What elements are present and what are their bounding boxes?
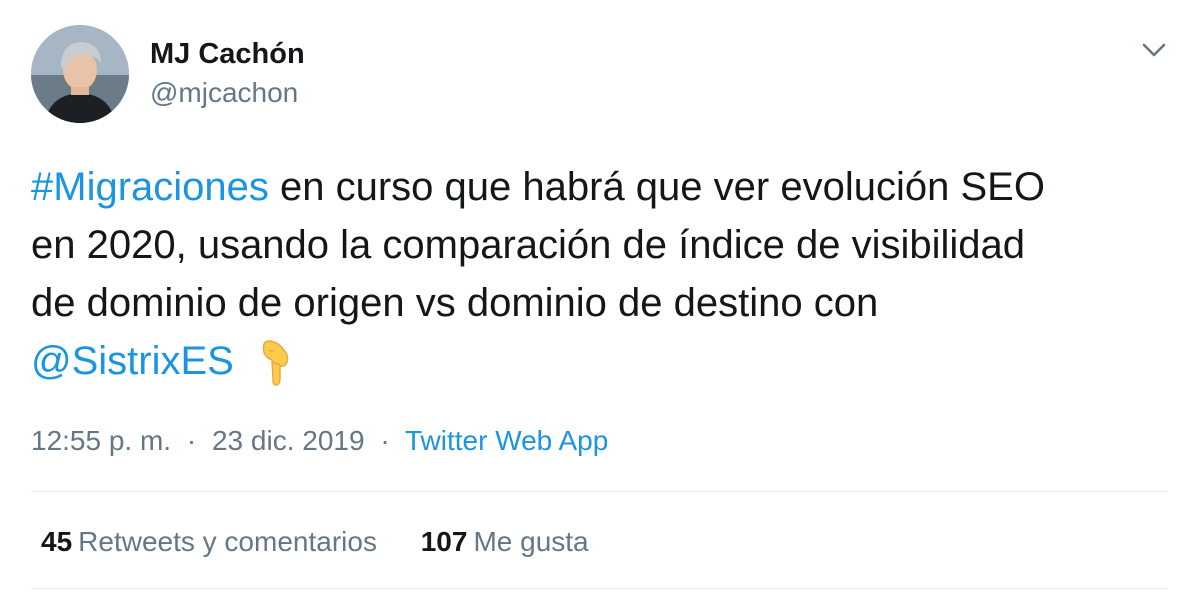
- source-link[interactable]: Twitter Web App: [405, 425, 608, 456]
- tweet-line-1: #Migraciones en curso que habrá que ver …: [31, 158, 1171, 216]
- tweet-card: MJ Cachón @mjcachon #Migraciones en curs…: [0, 0, 1198, 592]
- tweet-text: #Migraciones en curso que habrá que ver …: [31, 158, 1171, 404]
- mention-link[interactable]: @SistrixES: [31, 339, 234, 383]
- tweet-line-2: en 2020, usando la comparación de índice…: [31, 223, 1026, 267]
- avatar[interactable]: [31, 25, 129, 123]
- tweet-line-4: @SistrixES: [31, 332, 1171, 404]
- display-name[interactable]: MJ Cachón: [150, 36, 305, 72]
- author-block: MJ Cachón @mjcachon: [150, 36, 305, 111]
- avatar-image: [31, 25, 129, 123]
- likes-stat[interactable]: 107 Me gusta: [421, 524, 589, 560]
- chevron-down-icon[interactable]: [1138, 36, 1170, 64]
- divider: [31, 588, 1168, 589]
- divider: [31, 491, 1168, 492]
- tweet-text-segment: en curso que habrá que ver evolución SEO: [268, 165, 1045, 209]
- retweets-label: Retweets y comentarios: [78, 526, 377, 557]
- meta-separator: ·: [186, 425, 197, 456]
- likes-count: 107: [420, 526, 468, 557]
- tweet-date[interactable]: 23 dic. 2019: [212, 425, 365, 456]
- retweets-count: 45: [41, 526, 73, 557]
- tweet-meta: 12:55 p. m. · 23 dic. 2019 · Twitter Web…: [31, 423, 608, 459]
- tweet-time[interactable]: 12:55 p. m.: [31, 425, 171, 456]
- user-handle[interactable]: @mjcachon: [150, 75, 305, 111]
- meta-separator: ·: [380, 425, 390, 456]
- tweet-stats: 45 Retweets y comentarios 107 Me gusta: [41, 524, 589, 560]
- hashtag-link[interactable]: #Migraciones: [31, 165, 269, 209]
- tweet-line-3: de dominio de origen vs dominio de desti…: [31, 281, 879, 325]
- pointing-down-emoji: [256, 338, 292, 404]
- retweets-stat[interactable]: 45 Retweets y comentarios: [41, 524, 377, 560]
- likes-label: Me gusta: [473, 526, 589, 557]
